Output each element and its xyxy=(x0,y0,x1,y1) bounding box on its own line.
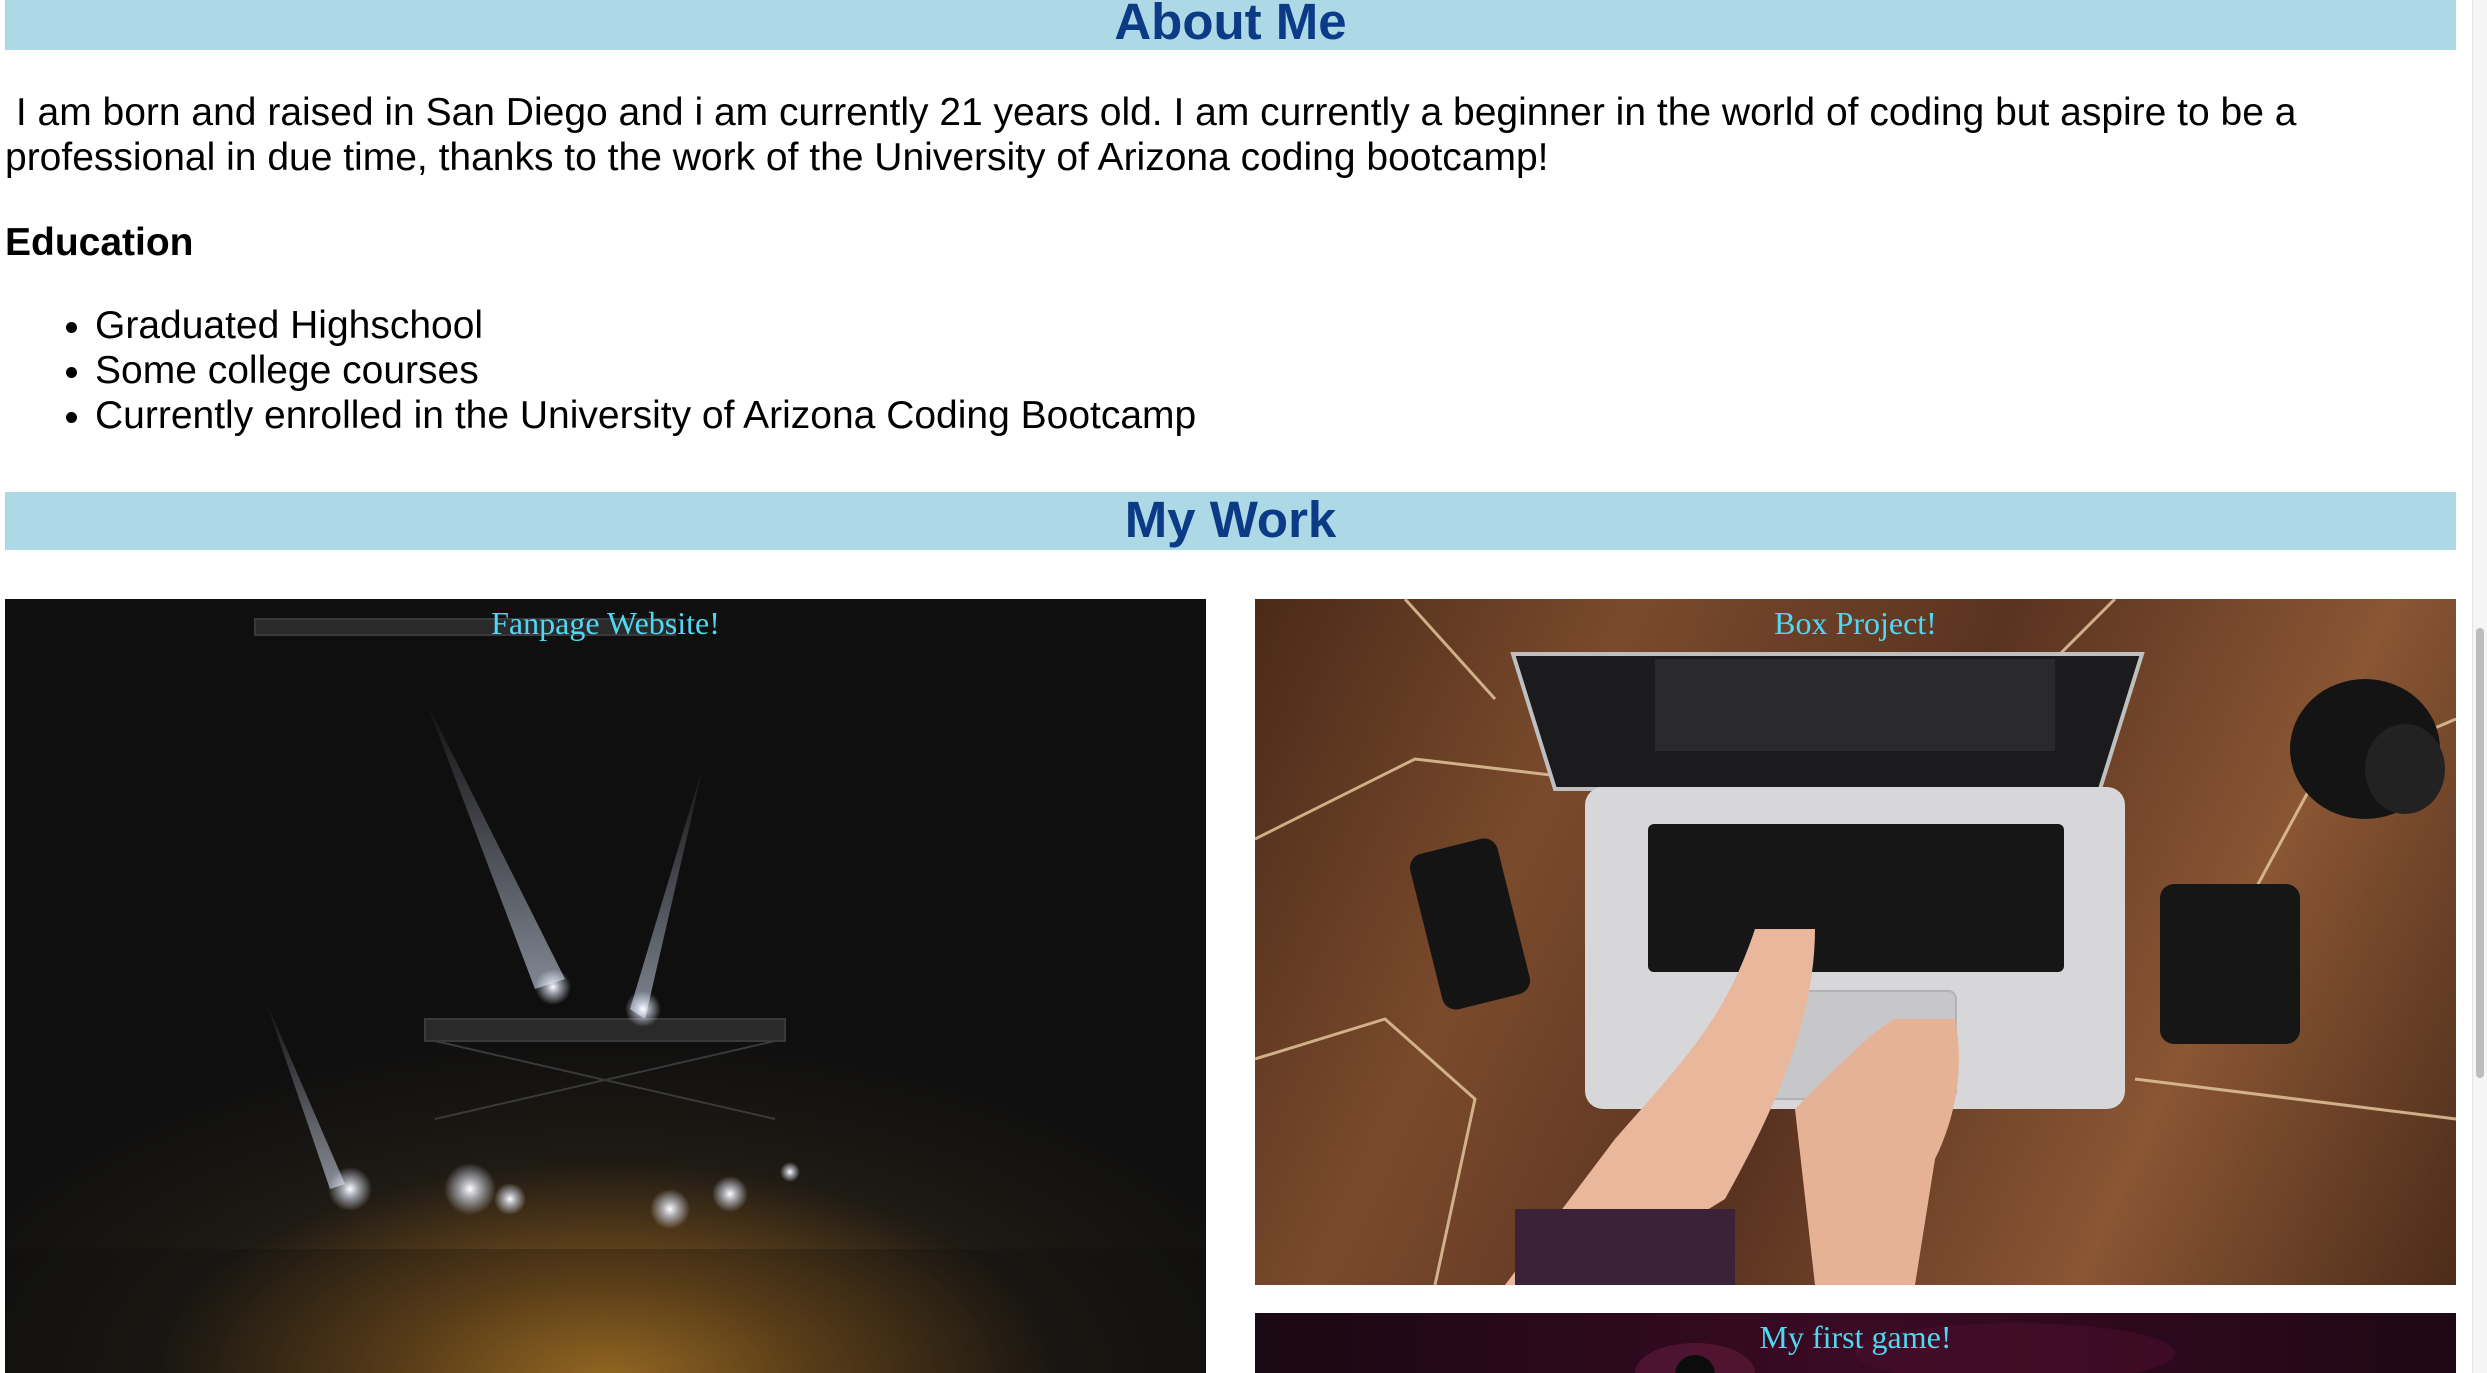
scrollbar-thumb[interactable] xyxy=(2476,628,2484,1078)
project-title: Fanpage Website! xyxy=(491,605,720,641)
about-me-text: I am born and raised in San Diego and i … xyxy=(5,91,2297,179)
concert-stage-photo xyxy=(5,618,1206,1373)
project-card-game[interactable]: My first game! xyxy=(1255,1313,2456,1373)
project-title: My first game! xyxy=(1759,1319,1952,1355)
page-scrollbar[interactable] xyxy=(2472,0,2487,1373)
education-list: Graduated Highschool Some college course… xyxy=(0,303,1196,438)
my-work-title: My Work xyxy=(1124,492,1337,548)
education-heading: Education xyxy=(5,221,194,264)
about-me-paragraph: I am born and raised in San Diego and i … xyxy=(5,90,2445,180)
education-item: Some college courses xyxy=(95,348,1196,393)
education-item: Currently enrolled in the University of … xyxy=(95,393,1196,438)
laptop-desk-photo xyxy=(1255,599,2456,1285)
about-me-header: About Me xyxy=(5,0,2456,50)
about-me-title: About Me xyxy=(1114,0,1347,50)
project-card-fanpage[interactable]: Fanpage Website! xyxy=(5,599,1206,1373)
project-title: Box Project! xyxy=(1774,605,1937,641)
my-work-header: My Work xyxy=(5,492,2456,550)
education-item: Graduated Highschool xyxy=(95,303,1196,348)
project-card-box[interactable]: Box Project! xyxy=(1255,599,2456,1285)
